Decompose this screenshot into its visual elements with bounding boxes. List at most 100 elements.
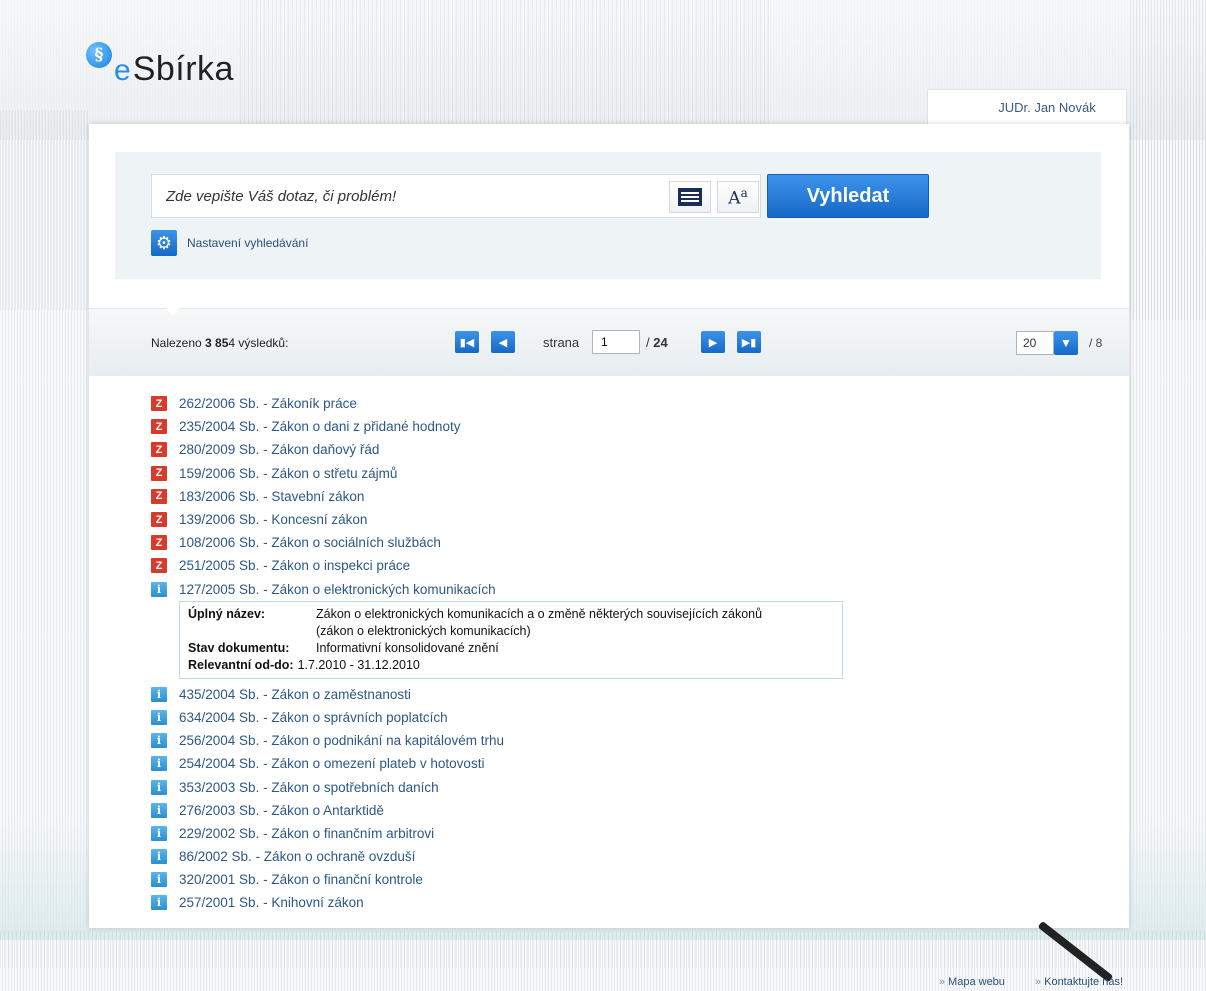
result-item[interactable]: i 435/2004 Sb. - Zákon o zaměstnanosti: [151, 683, 1051, 706]
result-item[interactable]: i 86/2002 Sb. - Zákon o ochraně ovzduší: [151, 845, 1051, 868]
detail-value: Informativní konsolidované znění: [316, 640, 499, 655]
page-total: / 24: [646, 335, 668, 350]
result-item[interactable]: Z 139/2006 Sb. - Koncesní zákon: [151, 508, 1051, 531]
result-link[interactable]: 276/2003 Sb. - Zákon o Antarktidě: [179, 803, 384, 818]
result-link[interactable]: 229/2002 Sb. - Zákon o finančním arbitro…: [179, 826, 434, 841]
result-link[interactable]: 159/2006 Sb. - Zákon o střetu zájmů: [179, 466, 397, 481]
law-z-icon: Z: [151, 419, 167, 435]
law-z-icon: Z: [151, 488, 167, 504]
law-z-icon: Z: [151, 512, 167, 528]
per-page-total: / 8: [1089, 336, 1103, 350]
document-list-button[interactable]: [669, 181, 711, 213]
per-page-select[interactable]: 20 ▼: [1016, 331, 1086, 355]
info-icon: i: [151, 709, 167, 725]
info-icon: i: [151, 733, 167, 749]
info-icon: i: [151, 849, 167, 865]
result-item[interactable]: i 276/2003 Sb. - Zákon o Antarktidě: [151, 799, 1051, 822]
law-z-icon: Z: [151, 535, 167, 551]
previous-page-button[interactable]: ◀: [491, 331, 515, 353]
detail-value: 1.7.2010 - 31.12.2010: [297, 657, 420, 672]
next-page-icon: ▶: [708, 336, 718, 349]
search-settings-link[interactable]: Nastavení vyhledávání: [187, 236, 308, 250]
search-panel: Aa Vyhledat ⚙ Nastavení vyhledávání: [115, 152, 1101, 279]
previous-page-icon: ◀: [498, 336, 508, 349]
info-icon: i: [151, 686, 167, 702]
result-link[interactable]: 256/2004 Sb. - Zákon o podnikání na kapi…: [179, 733, 504, 748]
result-link[interactable]: 353/2003 Sb. - Zákon o spotřebních daníc…: [179, 780, 439, 795]
paragraph-logo-icon: §: [86, 42, 112, 68]
footer-links: Mapa webu Kontaktujte nás!: [939, 976, 1123, 988]
panel-notch: [159, 300, 187, 316]
law-z-icon: Z: [151, 558, 167, 574]
result-detail-box: Úplný název: Zákon o elektronických komu…: [179, 600, 843, 679]
main-content-card: Aa Vyhledat ⚙ Nastavení vyhledávání Nale…: [89, 124, 1129, 928]
detail-label: Relevantní od-do:: [188, 657, 294, 672]
result-item[interactable]: i 254/2004 Sb. - Zákon o omezení plateb …: [151, 752, 1051, 775]
result-link[interactable]: 320/2001 Sb. - Zákon o finanční kontrole: [179, 872, 423, 887]
detail-label: Úplný název:: [188, 606, 266, 621]
first-page-icon: ▮◀: [459, 336, 475, 349]
result-link[interactable]: 251/2005 Sb. - Zákon o inspekci práce: [179, 558, 410, 573]
site-logo[interactable]: § e Sbírka: [86, 42, 234, 86]
detail-value: Zákon o elektronických komunikacích a o …: [316, 606, 763, 638]
result-item[interactable]: Z 262/2006 Sb. - Zákoník práce: [151, 392, 1051, 415]
info-icon: i: [151, 756, 167, 772]
search-input[interactable]: [152, 177, 652, 215]
result-item[interactable]: i 634/2004 Sb. - Zákon o správních popla…: [151, 706, 1051, 729]
result-item[interactable]: i 320/2001 Sb. - Zákon o finanční kontro…: [151, 868, 1051, 891]
result-link[interactable]: 634/2004 Sb. - Zákon o správních poplatc…: [179, 710, 448, 725]
last-page-button[interactable]: ▶▮: [737, 331, 761, 353]
result-item[interactable]: Z 108/2006 Sb. - Zákon o sociálních služ…: [151, 531, 1051, 554]
result-item[interactable]: Z 251/2005 Sb. - Zákon o inspekci práce: [151, 554, 1051, 577]
result-item[interactable]: i 256/2004 Sb. - Zákon o podnikání na ka…: [151, 729, 1051, 752]
result-link[interactable]: 262/2006 Sb. - Zákoník práce: [179, 396, 357, 411]
search-button[interactable]: Vyhledat: [767, 174, 929, 218]
info-icon: i: [151, 895, 167, 911]
font-size-icon: Aa: [728, 185, 748, 209]
gear-icon[interactable]: ⚙: [151, 230, 177, 256]
background-stripes: [240, 0, 770, 140]
result-link[interactable]: 127/2005 Sb. - Zákon o elektronických ko…: [179, 582, 496, 597]
result-item[interactable]: i 229/2002 Sb. - Zákon o finančním arbit…: [151, 822, 1051, 845]
result-item[interactable]: i 257/2001 Sb. - Knihovní zákon: [151, 891, 1051, 914]
sitemap-link[interactable]: Mapa webu: [939, 976, 1005, 988]
info-icon: i: [151, 581, 167, 597]
contact-link[interactable]: Kontaktujte nás!: [1035, 976, 1123, 988]
detail-label: Stav dokumentu:: [188, 640, 290, 655]
background-stripes-left: [0, 110, 90, 310]
result-link[interactable]: 108/2006 Sb. - Zákon o sociálních službá…: [179, 535, 441, 550]
first-page-button[interactable]: ▮◀: [455, 331, 479, 353]
info-icon: i: [151, 779, 167, 795]
result-item[interactable]: Z 235/2004 Sb. - Zákon o dani z přidané …: [151, 415, 1051, 438]
result-item[interactable]: Z 159/2006 Sb. - Zákon o střetu zájmů: [151, 462, 1051, 485]
result-item[interactable]: Z 280/2009 Sb. - Zákon daňový řád: [151, 438, 1051, 461]
detail-status: Stav dokumentu: Informativní konsolidova…: [188, 640, 834, 657]
background-stripes-right: [1130, 0, 1206, 320]
law-z-icon: Z: [151, 396, 167, 412]
user-name-tab[interactable]: JUDr. Jan Novák: [927, 89, 1127, 125]
info-icon: i: [151, 872, 167, 888]
result-link[interactable]: 280/2009 Sb. - Zákon daňový řád: [179, 442, 379, 457]
result-item-expanded[interactable]: i 127/2005 Sb. - Zákon o elektronických …: [151, 578, 1051, 601]
next-page-button[interactable]: ▶: [701, 331, 725, 353]
chevron-down-icon[interactable]: ▼: [1054, 331, 1078, 355]
result-link[interactable]: 139/2006 Sb. - Koncesní zákon: [179, 512, 367, 527]
law-z-icon: Z: [151, 465, 167, 481]
page-number-input[interactable]: [592, 330, 640, 354]
result-link[interactable]: 254/2004 Sb. - Zákon o omezení plateb v …: [179, 756, 484, 771]
result-link[interactable]: 86/2002 Sb. - Zákon o ochraně ovzduší: [179, 849, 415, 864]
detail-full-name: Úplný název: Zákon o elektronických komu…: [188, 606, 834, 640]
law-z-icon: Z: [151, 442, 167, 458]
logo-e: e: [114, 54, 131, 87]
result-link[interactable]: 435/2004 Sb. - Zákon o zaměstnanosti: [179, 687, 411, 702]
result-link[interactable]: 257/2001 Sb. - Knihovní zákon: [179, 895, 364, 910]
search-settings[interactable]: ⚙ Nastavení vyhledávání: [151, 230, 308, 256]
result-item[interactable]: i 353/2003 Sb. - Zákon o spotřebních dan…: [151, 775, 1051, 798]
result-link[interactable]: 235/2004 Sb. - Zákon o dani z přidané ho…: [179, 419, 460, 434]
results-count: Nalezeno 3 854 výsledků:: [151, 336, 289, 350]
result-link[interactable]: 183/2006 Sb. - Stavební zákon: [179, 489, 364, 504]
detail-relevance: Relevantní od-do: 1.7.2010 - 31.12.2010: [188, 657, 834, 674]
result-item[interactable]: Z 183/2006 Sb. - Stavební zákon: [151, 485, 1051, 508]
font-size-button[interactable]: Aa: [717, 181, 759, 213]
logo-text: Sbírka: [132, 50, 234, 88]
